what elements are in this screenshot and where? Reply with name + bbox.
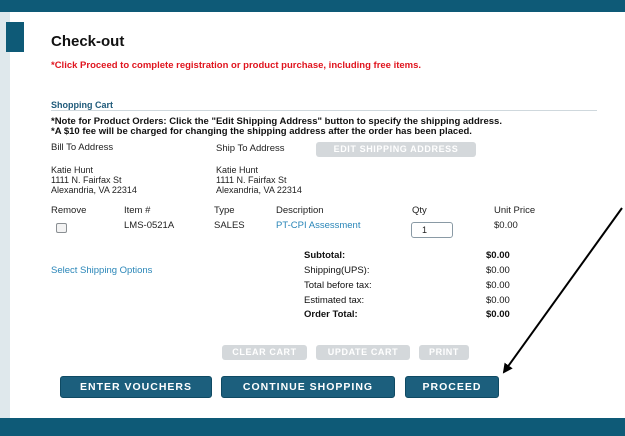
annotation-arrow <box>502 207 623 374</box>
